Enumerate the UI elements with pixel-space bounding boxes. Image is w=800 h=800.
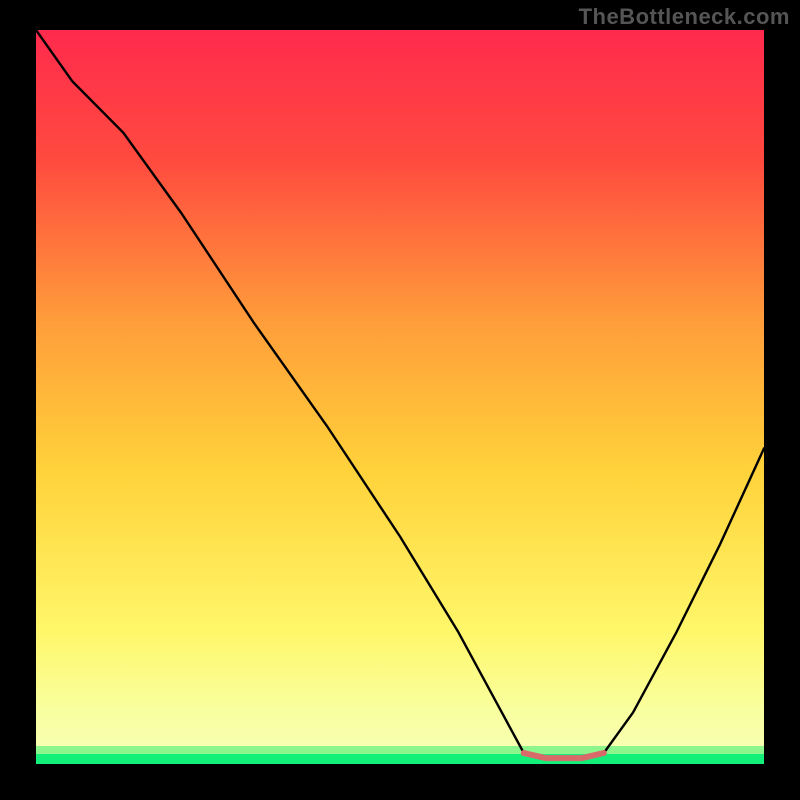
green-band-fade — [36, 746, 764, 754]
gradient-background — [36, 30, 764, 764]
green-band — [36, 754, 764, 764]
chart-svg — [36, 30, 764, 764]
chart-frame: TheBottleneck.com — [0, 0, 800, 800]
plot-area — [36, 30, 764, 764]
watermark-text: TheBottleneck.com — [579, 4, 790, 30]
